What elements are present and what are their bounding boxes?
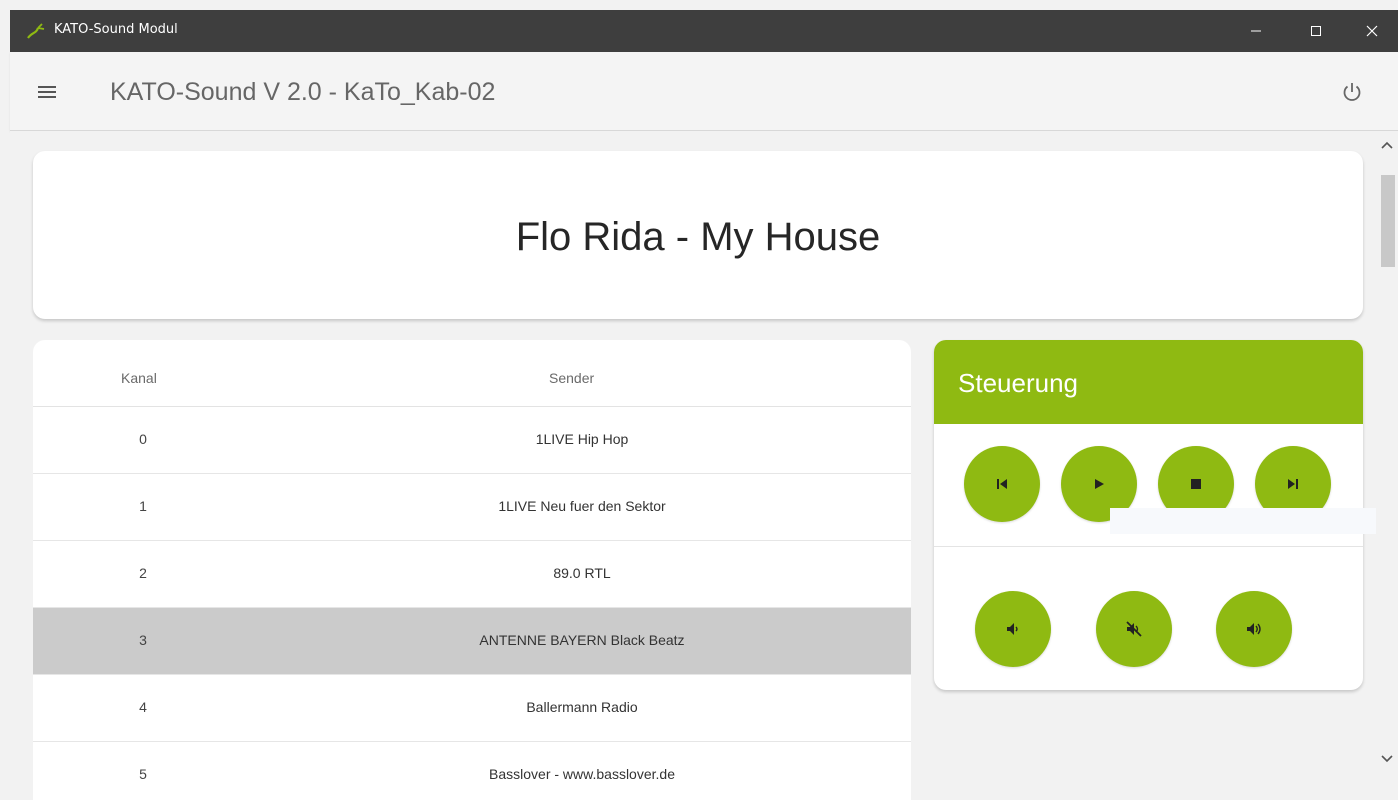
sender-cell: ANTENNE BAYERN Black Beatz (479, 632, 685, 648)
column-header-kanal[interactable]: Kanal (121, 370, 157, 386)
sender-cell: 1LIVE Neu fuer den Sektor (498, 498, 666, 514)
table-row[interactable]: 1 1LIVE Neu fuer den Sektor (33, 474, 911, 541)
kanal-cell: 1 (139, 498, 147, 514)
sender-cell: 1LIVE Hip Hop (535, 431, 629, 447)
volume-controls (934, 547, 1363, 687)
minimize-icon (1251, 30, 1261, 32)
power-icon[interactable] (1340, 80, 1364, 104)
table-row[interactable]: 4 Ballermann Radio (33, 675, 911, 742)
close-icon (1366, 25, 1378, 37)
scrollbar-thumb[interactable] (1381, 175, 1395, 267)
volume-up-icon (1247, 623, 1261, 635)
kanal-cell: 3 (139, 632, 147, 648)
minimize-button[interactable] (1230, 10, 1282, 52)
main-content: Flo Rida - My House Kanal Sender 0 1LIVE… (10, 131, 1398, 800)
table-row[interactable]: 0 1LIVE Hip Hop (33, 407, 911, 474)
sender-cell: 89.0 RTL (553, 565, 611, 581)
skip-next-icon (1288, 479, 1298, 489)
maximize-icon (1311, 26, 1321, 36)
column-header-sender[interactable]: Sender (549, 370, 594, 386)
window-title: KATO-Sound Modul (54, 22, 178, 37)
volume-down-button[interactable] (975, 591, 1051, 667)
skip-previous-button[interactable] (964, 446, 1040, 522)
control-card-title: Steuerung (958, 368, 1078, 398)
table-row[interactable]: 5 Basslover - www.basslover.de (33, 742, 911, 800)
kato-logo-icon (27, 23, 45, 39)
sender-cell: Ballermann Radio (526, 699, 638, 715)
kanal-cell: 5 (139, 766, 147, 782)
hamburger-menu-icon[interactable] (38, 86, 56, 98)
scroll-up-icon[interactable] (1379, 139, 1395, 151)
now-playing-card: Flo Rida - My House (33, 151, 1363, 319)
app-header: KATO-Sound V 2.0 - KaTo_Kab-02 (10, 52, 1398, 131)
skip-previous-icon (997, 479, 1007, 489)
close-button[interactable] (1346, 10, 1398, 52)
maximize-button[interactable] (1290, 10, 1342, 52)
app-title: KATO-Sound V 2.0 - KaTo_Kab-02 (110, 78, 496, 106)
volume-mute-button[interactable] (1096, 591, 1172, 667)
volume-up-button[interactable] (1216, 591, 1292, 667)
now-playing-title: Flo Rida - My House (515, 214, 881, 259)
vertical-scrollbar[interactable] (1376, 131, 1398, 788)
kanal-cell: 4 (139, 699, 147, 715)
kanal-cell: 0 (139, 431, 147, 447)
kanal-cell: 2 (139, 565, 147, 581)
table-header: Kanal Sender (33, 340, 911, 407)
table-row-selected[interactable]: 3 ANTENNE BAYERN Black Beatz (33, 608, 911, 675)
volume-down-icon (1007, 623, 1018, 635)
faint-overlay (1110, 508, 1380, 534)
volume-mute-icon (1126, 621, 1142, 637)
play-icon (1095, 479, 1104, 489)
stop-icon (1191, 479, 1201, 489)
scroll-down-icon[interactable] (1379, 753, 1395, 765)
control-card-header: Steuerung (934, 340, 1363, 424)
table-row[interactable]: 2 89.0 RTL (33, 541, 911, 608)
channel-table: Kanal Sender 0 1LIVE Hip Hop 1 1LIVE Neu… (33, 340, 911, 800)
window-titlebar: KATO-Sound Modul (10, 10, 1398, 52)
sender-cell: Basslover - www.basslover.de (489, 766, 675, 782)
